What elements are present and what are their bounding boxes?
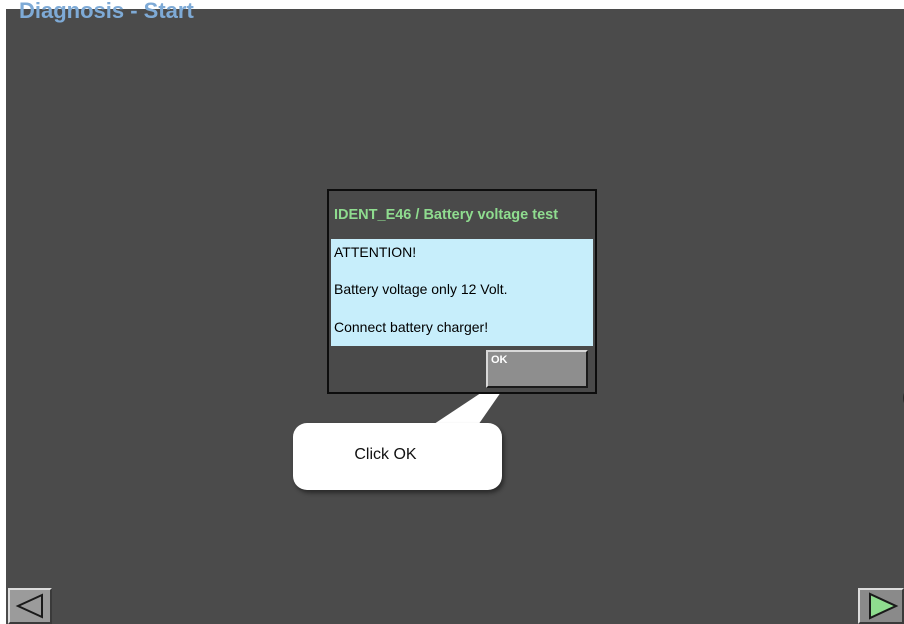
ok-button-label: OK [491,354,508,366]
left-triangle-icon [15,593,43,619]
battery-test-dialog: IDENT_E46 / Battery voltage test ATTENTI… [327,189,597,394]
dialog-message: ATTENTION! Battery voltage only 12 Volt.… [331,239,593,346]
instruction-callout: Click OK [293,423,502,490]
back-button[interactable] [8,588,52,624]
dialog-title: IDENT_E46 / Battery voltage test [334,207,559,223]
next-button[interactable] [858,588,904,624]
charger-text: Connect battery charger! [334,319,489,335]
attention-text: ATTENTION! [334,244,417,260]
page-title: Diagnosis - Start [19,0,194,23]
ok-button[interactable]: OK [486,350,588,388]
callout-text: Click OK [354,445,417,463]
right-triangle-icon [869,592,899,620]
voltage-text: Battery voltage only 12 Volt. [334,281,508,297]
